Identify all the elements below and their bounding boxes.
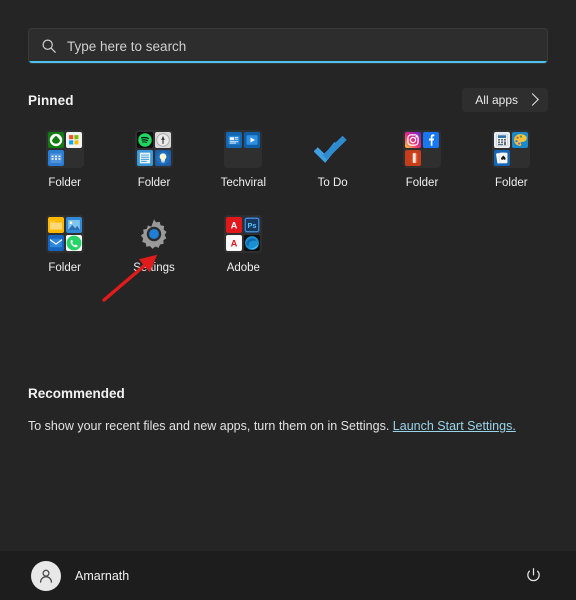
power-button[interactable] (518, 561, 548, 591)
pinned-tile-folder-5[interactable]: Folder (467, 122, 556, 195)
facebook-icon (422, 132, 439, 148)
user-avatar-icon (39, 569, 53, 583)
calendar-icon (47, 150, 64, 166)
pinned-tile-folder-6[interactable]: Folder (20, 207, 109, 280)
xbox-icon (47, 132, 64, 148)
office-icon (404, 150, 421, 166)
microsoft-to-do-icon (313, 130, 352, 168)
mail-icon (47, 235, 64, 251)
svg-text:Ps: Ps (248, 221, 257, 230)
pinned-tile-label: To Do (317, 177, 348, 189)
folder-icon (492, 130, 531, 168)
settings-gear-icon (135, 215, 173, 253)
user-name: Amarnath (75, 568, 130, 583)
pinned-tile-label: Settings (133, 262, 175, 274)
user-account-button[interactable]: Amarnath (26, 556, 137, 596)
bottom-bar: Amarnath (0, 551, 576, 600)
chevron-right-icon (526, 93, 539, 106)
spotify-icon (136, 132, 153, 148)
recommended-section: Recommended To show your recent files an… (0, 386, 576, 433)
empty-slot (423, 150, 439, 166)
sticky-notes-icon (136, 150, 153, 166)
whatsapp-icon (65, 235, 82, 251)
start-menu: Pinned All apps Folder Folder Techviral To … (0, 0, 576, 600)
pinned-tile-label: Folder (405, 177, 439, 189)
pinned-tile-label: Folder (495, 177, 528, 189)
search-section (0, 0, 576, 64)
avatar (31, 560, 61, 591)
photos-icon (65, 217, 82, 233)
pinned-title: Pinned (28, 92, 74, 108)
launch-start-settings-link[interactable]: Launch Start Settings. (393, 419, 516, 433)
media-player-icon (244, 132, 261, 148)
clock-icon (154, 132, 171, 148)
search-icon (42, 39, 56, 53)
pinned-tile-folder-0[interactable]: Folder (20, 122, 109, 195)
pinned-tile-techviral-2[interactable]: Techviral (199, 122, 288, 195)
pinned-grid: Folder Folder Techviral To Do Folder Folder Fo… (0, 112, 576, 280)
tips-icon (154, 150, 171, 166)
pinned-header: Pinned All apps (0, 64, 576, 112)
pinned-tile-label: Techviral (220, 177, 267, 189)
news-icon (226, 132, 243, 148)
folder-icon (402, 130, 441, 168)
pinned-tile-label: Folder (137, 177, 171, 189)
microsoft-store-icon (65, 132, 82, 148)
adobe-acrobat-icon: A (226, 217, 243, 233)
svg-text:A: A (231, 220, 238, 230)
folder-icon: A Ps A (224, 215, 263, 253)
photoshop-icon: Ps (244, 217, 261, 233)
all-apps-label: All apps (475, 93, 518, 107)
microsoft-edge-icon (244, 235, 261, 251)
pinned-tile-label: Adobe (226, 262, 260, 274)
recommended-message: To show your recent files and new apps, … (28, 419, 390, 433)
adobe-indesign-icon: A (226, 235, 243, 251)
search-box[interactable] (28, 28, 548, 64)
folder-icon (224, 130, 263, 168)
paint-icon (512, 132, 529, 148)
search-input[interactable] (67, 38, 535, 54)
power-icon (526, 568, 540, 582)
pinned-tile-adobe-8[interactable]: A Ps A Adobe (199, 207, 288, 280)
pinned-tile-folder-4[interactable]: Folder (377, 122, 466, 195)
recommended-message-row: To show your recent files and new apps, … (28, 419, 548, 433)
folder-icon (134, 130, 173, 168)
empty-slot (66, 150, 82, 166)
folder-icon (45, 215, 84, 253)
solitaire-icon (494, 150, 511, 166)
folder-icon (45, 130, 84, 168)
file-explorer-icon (47, 217, 64, 233)
pinned-tile-label: Folder (48, 177, 81, 189)
empty-slot (226, 150, 242, 166)
empty-slot (512, 150, 528, 166)
pinned-tile-to-do-3[interactable]: To Do (288, 122, 377, 195)
pinned-tile-settings-7[interactable]: Settings (109, 207, 198, 280)
svg-text:A: A (231, 238, 238, 248)
all-apps-button[interactable]: All apps (462, 88, 548, 112)
instagram-icon (404, 132, 421, 148)
recommended-title: Recommended (28, 386, 125, 401)
calculator-icon (494, 132, 511, 148)
pinned-tile-label: Folder (48, 262, 81, 274)
empty-slot (244, 150, 260, 166)
pinned-tile-folder-1[interactable]: Folder (109, 122, 198, 195)
